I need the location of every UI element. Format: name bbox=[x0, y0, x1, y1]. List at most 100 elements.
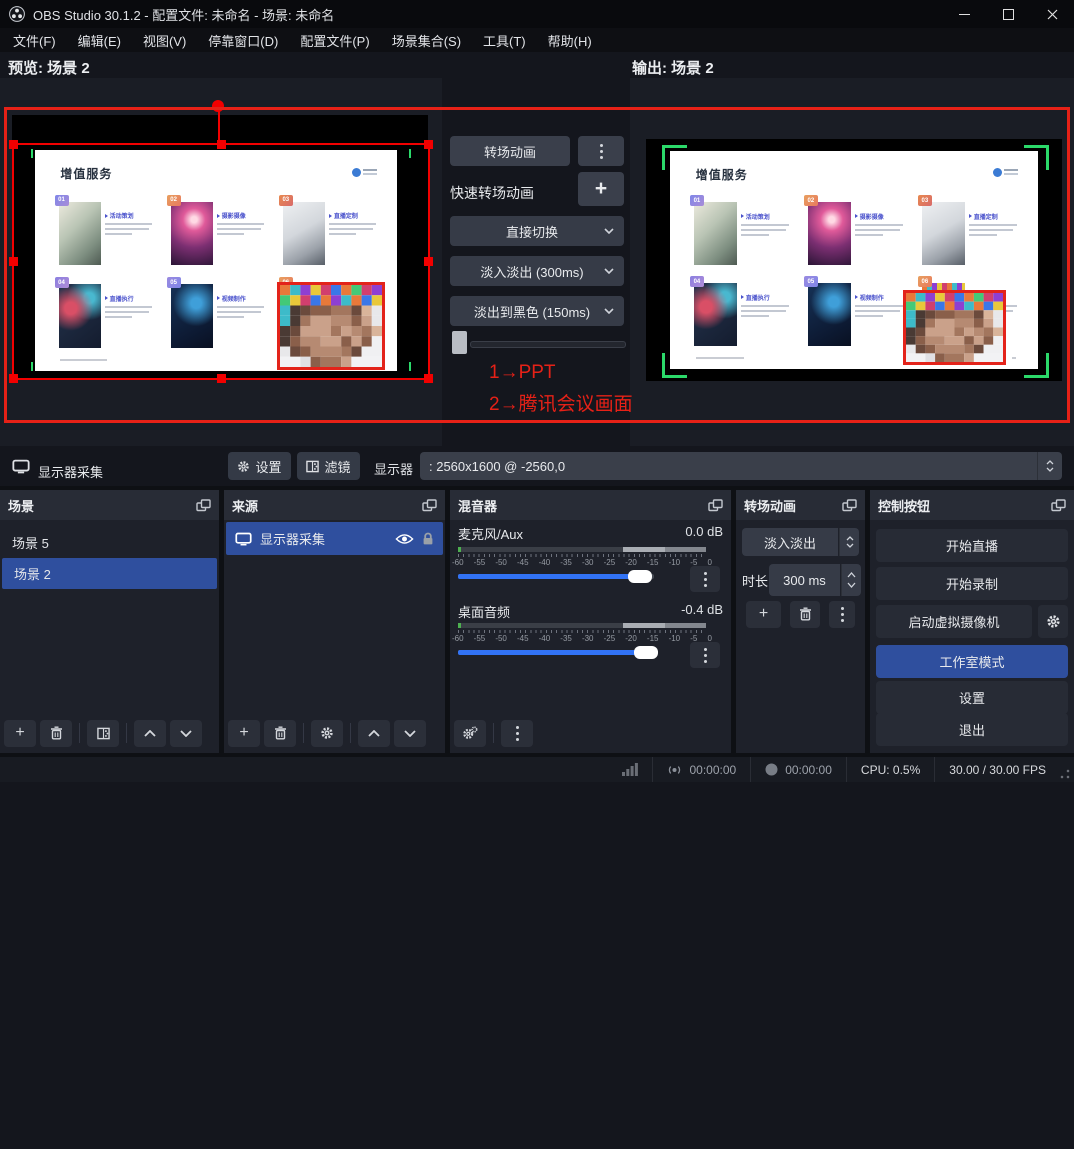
output-canvas: 增值服务 01活动策划 02摄影摄像 03直播定制 04直播执行 05视频制作 … bbox=[646, 139, 1062, 381]
resize-grip[interactable] bbox=[1060, 769, 1070, 779]
virtual-cam-settings-button[interactable] bbox=[1038, 605, 1068, 638]
move-scene-down-button[interactable] bbox=[170, 720, 202, 747]
popout-icon[interactable] bbox=[1051, 499, 1066, 512]
add-source-button[interactable]: + bbox=[228, 720, 260, 747]
source-selection-box[interactable] bbox=[12, 143, 430, 380]
lock-icon[interactable] bbox=[422, 532, 434, 546]
output-label: 输出: 场景 2 bbox=[632, 57, 714, 78]
move-scene-up-button[interactable] bbox=[134, 720, 166, 747]
duration-spinner[interactable] bbox=[841, 564, 861, 596]
start-recording-button[interactable]: 开始录制 bbox=[876, 567, 1068, 600]
output-corner-marker bbox=[1024, 145, 1049, 170]
scene-transitions-dock: 转场动画 淡入淡出 时长 300 ms + bbox=[736, 490, 865, 753]
menu-item-help[interactable]: 帮助(H) bbox=[537, 28, 603, 53]
obs-logo-icon bbox=[9, 6, 25, 22]
exit-button[interactable]: 退出 bbox=[876, 713, 1068, 746]
start-streaming-button[interactable]: 开始直播 bbox=[876, 529, 1068, 562]
card-title: 直播定制 bbox=[969, 212, 1020, 221]
annotation-text-1: 1→PPT bbox=[489, 362, 556, 384]
advanced-audio-button[interactable] bbox=[454, 720, 486, 747]
maximize-button[interactable] bbox=[986, 0, 1030, 28]
remove-scene-button[interactable] bbox=[40, 720, 72, 747]
remove-transition-button[interactable] bbox=[790, 601, 820, 628]
menu-item-profile[interactable]: 配置文件(P) bbox=[289, 28, 380, 53]
card-title: 直播执行 bbox=[741, 293, 792, 302]
move-source-up-button[interactable] bbox=[358, 720, 390, 747]
card-title: 活动策划 bbox=[741, 212, 792, 221]
meter-scale: -60-55-50-45-40-35-30-25-20-15-10-50 bbox=[452, 558, 712, 567]
start-virtual-cam-button[interactable]: 启动虚拟摄像机 bbox=[876, 605, 1032, 638]
audio-mixer-dock: 混音器 麦克风/Aux 0.0 dB -60-55-50-45-40-35-30… bbox=[450, 490, 731, 753]
scene-filters-button[interactable] bbox=[87, 720, 119, 747]
slide-card: 04直播执行 bbox=[694, 282, 792, 347]
controls-dock: 控制按钮 开始直播 开始录制 启动虚拟摄像机 工作室模式 设置 退出 bbox=[870, 490, 1074, 753]
transition-menu-button[interactable] bbox=[829, 601, 855, 628]
quick-transition-fade-to-black[interactable]: 淡出到黑色 (150ms) bbox=[450, 296, 624, 326]
chevron-up-icon bbox=[144, 730, 156, 737]
menu-item-edit[interactable]: 编辑(E) bbox=[67, 28, 132, 53]
monitor-icon bbox=[235, 532, 252, 546]
trash-icon bbox=[274, 726, 287, 740]
volume-meter bbox=[458, 623, 706, 628]
window-title: OBS Studio 30.1.2 - 配置文件: 未命名 - 场景: 未命名 bbox=[33, 5, 334, 24]
popout-icon[interactable] bbox=[842, 499, 857, 512]
fps-indicator: 30.00 / 30.00 FPS bbox=[935, 757, 1060, 782]
close-button[interactable] bbox=[1030, 0, 1074, 28]
source-properties-button[interactable] bbox=[311, 720, 343, 747]
transition-bar-handle[interactable] bbox=[452, 331, 467, 354]
menu-item-docks[interactable]: 停靠窗口(D) bbox=[197, 28, 289, 53]
popout-icon[interactable] bbox=[422, 499, 437, 512]
volume-slider-handle[interactable] bbox=[628, 570, 652, 583]
quick-transition-fade[interactable]: 淡入淡出 (300ms) bbox=[450, 256, 624, 286]
duration-input[interactable]: 300 ms bbox=[769, 564, 840, 596]
popout-icon[interactable] bbox=[708, 499, 723, 512]
spinner-icon[interactable] bbox=[839, 528, 859, 556]
quick-transitions-label: 快速转场动画 bbox=[450, 183, 534, 203]
menu-item-file[interactable]: 文件(F) bbox=[2, 28, 67, 53]
rotation-handle[interactable] bbox=[212, 100, 224, 112]
filter-icon bbox=[306, 460, 319, 473]
menu-item-view[interactable]: 视图(V) bbox=[132, 28, 197, 53]
add-scene-button[interactable]: + bbox=[4, 720, 36, 747]
remove-source-button[interactable] bbox=[264, 720, 296, 747]
menu-item-scene-collection[interactable]: 场景集合(S) bbox=[381, 28, 472, 53]
scene-item-selected[interactable]: 场景 2 bbox=[2, 558, 217, 589]
add-transition-button[interactable]: + bbox=[746, 601, 781, 628]
channel-menu-button[interactable] bbox=[690, 566, 720, 592]
mixer-channel-name: 桌面音频 bbox=[458, 602, 510, 621]
volume-slider-track[interactable] bbox=[458, 574, 654, 579]
filter-icon bbox=[97, 727, 110, 740]
menu-item-tools[interactable]: 工具(T) bbox=[472, 28, 537, 53]
move-source-down-button[interactable] bbox=[394, 720, 426, 747]
pixelated-face bbox=[906, 293, 1003, 362]
mixer-channel-db: 0.0 dB bbox=[685, 524, 723, 539]
transitions-menu-button[interactable] bbox=[578, 136, 624, 166]
card-image bbox=[922, 202, 965, 264]
popout-icon[interactable] bbox=[196, 499, 211, 512]
source-filters-button[interactable]: 滤镜 bbox=[297, 452, 360, 480]
titlebar: OBS Studio 30.1.2 - 配置文件: 未命名 - 场景: 未命名 bbox=[0, 0, 1074, 28]
slide-card: 01活动策划 bbox=[694, 201, 792, 266]
volume-slider-handle[interactable] bbox=[634, 646, 658, 659]
transitions-button[interactable]: 转场动画 bbox=[450, 136, 570, 166]
transitions-dock-header: 转场动画 bbox=[736, 490, 865, 520]
settings-button[interactable]: 设置 bbox=[876, 681, 1068, 714]
minimize-button[interactable] bbox=[942, 0, 986, 28]
mixer-menu-button[interactable] bbox=[501, 720, 533, 747]
trash-icon bbox=[50, 726, 63, 740]
transition-select[interactable]: 淡入淡出 bbox=[742, 528, 838, 556]
display-select[interactable]: : 2560x1600 @ -2560,0 bbox=[420, 452, 1062, 480]
output-corner-marker bbox=[662, 145, 687, 170]
scene-item[interactable]: 场景 5 bbox=[0, 527, 219, 558]
transition-bar-track[interactable] bbox=[470, 341, 626, 348]
source-properties-button[interactable]: 设置 bbox=[228, 452, 291, 480]
channel-menu-button[interactable] bbox=[690, 642, 720, 668]
volume-slider-track[interactable] bbox=[458, 650, 654, 655]
studio-mode-button[interactable]: 工作室模式 bbox=[876, 645, 1068, 678]
spinner-icon[interactable] bbox=[1037, 452, 1062, 480]
add-quick-transition-button[interactable]: + bbox=[578, 172, 624, 206]
source-item-selected[interactable]: 显示器采集 bbox=[226, 522, 443, 555]
preview-label: 预览: 场景 2 bbox=[8, 57, 90, 78]
visibility-eye-icon[interactable] bbox=[395, 533, 414, 545]
quick-transition-cut[interactable]: 直接切换 bbox=[450, 216, 624, 246]
